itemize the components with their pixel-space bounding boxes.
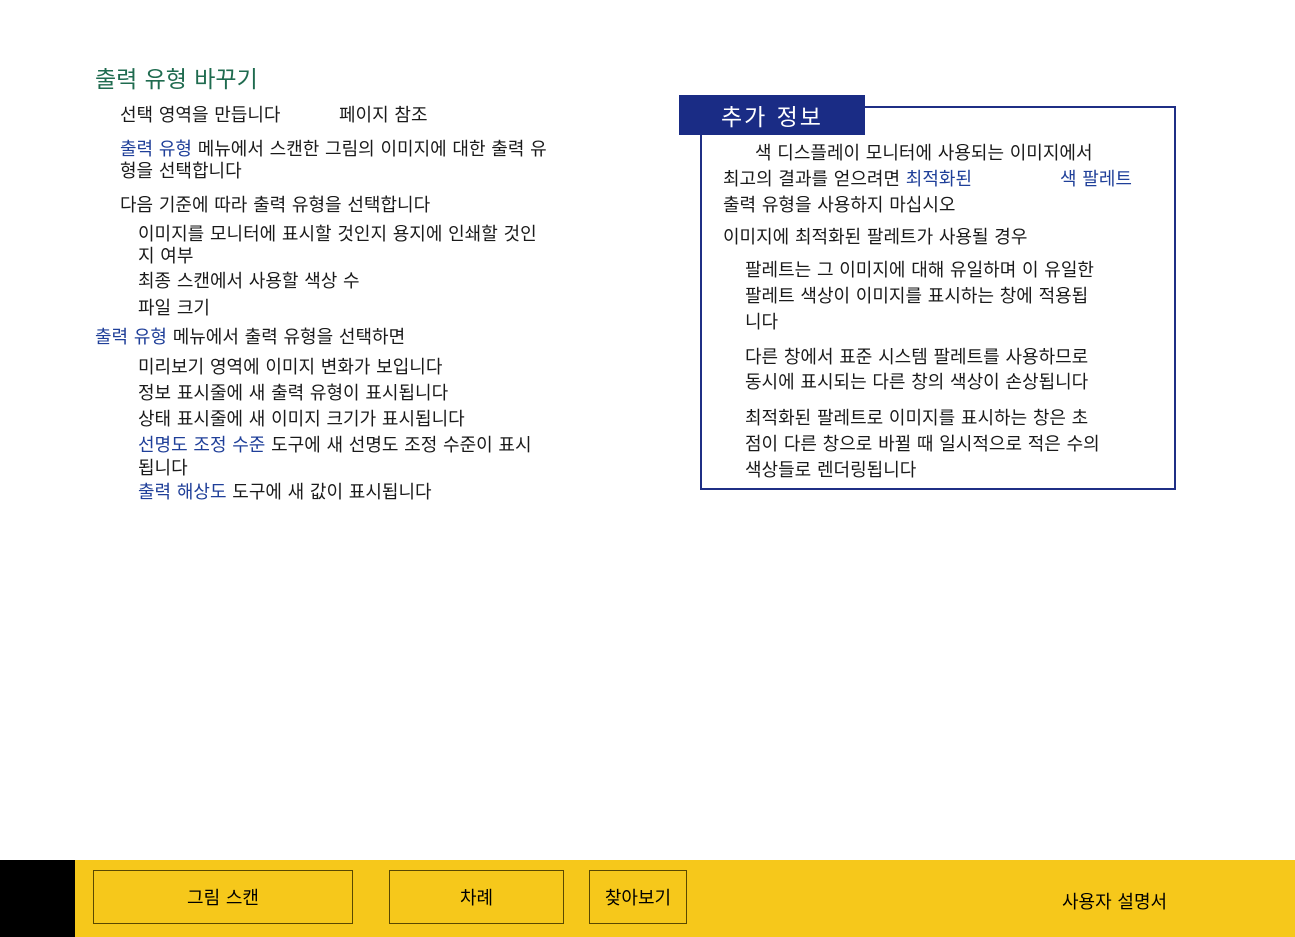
- result-item-sharpen: 선명도 조정 수준 도구에 새 선명도 조정 수준이 표시: [138, 435, 532, 456]
- result-item-statusbar: 상태 표시줄에 새 이미지 크기가 표시됩니다: [138, 409, 465, 430]
- index-button[interactable]: 찾아보기: [589, 870, 687, 924]
- criteria-item-display-cont: 지 여부: [138, 246, 194, 267]
- step-criteria-intro: 다음 기준에 따라 출력 유형을 선택합니다: [120, 195, 431, 216]
- criteria-item-filesize: 파일 크기: [138, 298, 210, 319]
- footer-black-block: [0, 860, 75, 937]
- info-bullet2-line1: 다른 창에서 표준 시스템 팔레트를 사용하므로: [745, 347, 1089, 368]
- criteria-item-display: 이미지를 모니터에 표시할 것인지 용지에 인쇄할 것인: [138, 224, 537, 245]
- info-bullet1-line3: 니다: [745, 312, 779, 333]
- result-item-sharpen-cont: 됩니다: [138, 458, 188, 479]
- scan-picture-button[interactable]: 그림 스캔: [93, 870, 353, 924]
- criteria-item-colors: 최종 스캔에서 사용할 색상 수: [138, 271, 360, 292]
- page-title: 출력 유형 바꾸기: [95, 67, 258, 93]
- user-guide-label: 사용자 설명서: [1062, 892, 1168, 913]
- color-palette-link[interactable]: 색 팔레트: [1060, 169, 1132, 191]
- info-p1-line2: 최고의 결과를 얻으려면 최적화된: [723, 169, 973, 190]
- info-bullet1-line2: 팔레트 색상이 이미지를 표시하는 창에 적용됩: [745, 286, 1089, 307]
- info-bullet2-line2: 동시에 표시되는 다른 창의 색상이 손상됩니다: [745, 372, 1089, 393]
- output-resolution-link[interactable]: 출력 해상도: [138, 482, 227, 503]
- optimized-link[interactable]: 최적화된: [906, 169, 972, 190]
- info-p1-line3: 출력 유형을 사용하지 마십시오: [723, 195, 956, 216]
- sharpen-level-link[interactable]: 선명도 조정 수준: [138, 435, 265, 456]
- info-p2: 이미지에 최적화된 팔레트가 사용될 경우: [723, 227, 1028, 248]
- result-item-resolution: 출력 해상도 도구에 새 값이 표시됩니다: [138, 482, 432, 503]
- result-intro: 출력 유형 메뉴에서 출력 유형을 선택하면: [95, 327, 406, 348]
- contents-button[interactable]: 차례: [389, 870, 564, 924]
- step-choose-output-type: 출력 유형 메뉴에서 스캔한 그림의 이미지에 대한 출력 유: [120, 139, 547, 160]
- result-item-preview: 미리보기 영역에 이미지 변화가 보입니다: [138, 357, 443, 378]
- output-type-menu-link[interactable]: 출력 유형: [120, 139, 192, 160]
- result-item-infobar: 정보 표시줄에 새 출력 유형이 표시됩니다: [138, 383, 449, 404]
- info-p1-line1: 색 디스플레이 모니터에 사용되는 이미지에서: [755, 143, 1093, 164]
- step-choose-output-type-cont: 형을 선택합니다: [120, 161, 242, 182]
- info-bullet3-line3: 색상들로 렌더링됩니다: [745, 460, 917, 481]
- info-bullet3-line2: 점이 다른 창으로 바뀔 때 일시적으로 적은 수의: [745, 434, 1100, 455]
- info-bullet3-line1: 최적화된 팔레트로 이미지를 표시하는 창은 초: [745, 408, 1089, 429]
- step-page-reference: 페이지 참조: [339, 105, 428, 126]
- info-bullet1-line1: 팔레트는 그 이미지에 대해 유일하며 이 유일한: [745, 260, 1094, 281]
- info-box-header: 추가 정보: [679, 95, 865, 135]
- output-type-menu-link-2[interactable]: 출력 유형: [95, 327, 167, 348]
- step-make-selection: 선택 영역을 만듭니다: [120, 105, 281, 126]
